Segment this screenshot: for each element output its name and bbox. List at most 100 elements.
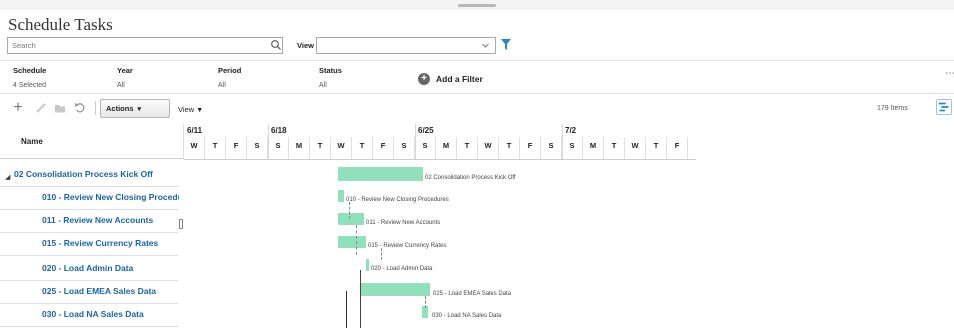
row-divider (0, 186, 178, 187)
day-label: S (247, 137, 268, 159)
chevron-down-icon[interactable] (481, 41, 490, 50)
day-label: S (394, 137, 415, 159)
task-name-link[interactable]: 020 - Load Admin Data (42, 263, 179, 273)
week-label: 6/11 (187, 126, 203, 135)
day-label: M (289, 137, 310, 159)
task-name-link[interactable]: 015 - Review Currency Rates (42, 238, 179, 248)
add-filter-label: Add a Filter (436, 74, 483, 84)
gantt-bar[interactable] (338, 213, 364, 225)
collapse-handle[interactable] (458, 4, 496, 7)
week-label: 6/25 (418, 126, 434, 135)
row-divider (0, 326, 178, 327)
toolbar-separator (95, 101, 96, 115)
row-divider (0, 280, 178, 281)
view-label: View (297, 41, 314, 50)
search-input[interactable] (7, 37, 283, 54)
view-menu-label: View (178, 105, 195, 114)
edit-icon[interactable] (34, 101, 48, 115)
day-label: S (268, 137, 289, 159)
day-label: F (373, 137, 394, 159)
plus-circle-icon: + (418, 73, 430, 85)
divider (0, 93, 954, 94)
gantt-bar-label: 025 - Load EMEA Sales Data (433, 291, 512, 297)
gantt-bar[interactable] (366, 259, 369, 271)
page-title: Schedule Tasks (8, 15, 113, 34)
expand-triangle-icon[interactable]: ◢ (5, 173, 10, 181)
view-select[interactable] (316, 37, 496, 54)
caret-down-icon: ▼ (196, 107, 204, 114)
day-label: T (646, 137, 667, 159)
filter-year-label[interactable]: Year (117, 66, 133, 75)
gantt-bar-label: 030 - Load NA Sales Data (432, 313, 502, 319)
gantt-bar-label: 015 - Review Currency Rates (368, 243, 447, 249)
day-label: M (436, 137, 457, 159)
day-label: F (667, 137, 688, 159)
filter-period-label[interactable]: Period (218, 66, 241, 75)
filter-icon[interactable] (501, 39, 511, 50)
row-divider (0, 303, 178, 304)
day-label: T (604, 137, 625, 159)
day-label: T (499, 137, 520, 159)
gantt-bar-label: 02 Consolidation Process Kick Off (425, 175, 516, 181)
task-name-link[interactable]: 025 - Load EMEA Sales Data (42, 286, 179, 296)
day-label: T (352, 137, 373, 159)
task-name-link[interactable]: 010 - Review New Closing Procedures (42, 192, 179, 202)
refresh-icon[interactable] (73, 101, 87, 115)
day-label: F (520, 137, 541, 159)
folder-icon[interactable] (53, 101, 67, 115)
gantt-bar-group[interactable] (338, 167, 423, 181)
day-label: T (310, 137, 331, 159)
actions-label: Actions (106, 104, 134, 113)
day-label: S (562, 137, 583, 159)
day-label: S (541, 137, 562, 159)
dependency-line (360, 270, 361, 328)
view-menu-button[interactable]: View ▼ (178, 105, 203, 114)
day-label: W (331, 137, 352, 159)
actions-menu-button[interactable]: Actions ▾ (100, 99, 170, 118)
gantt-bar-label: 010 - Review New Closing Procedures (346, 197, 449, 203)
day-label: T (457, 137, 478, 159)
task-name-link[interactable]: 02 Consolidation Process Kick Off (14, 169, 179, 179)
dependency-line (425, 296, 426, 308)
filter-year-value: All (117, 82, 125, 89)
gantt-bar[interactable] (338, 236, 366, 248)
search-icon[interactable] (270, 39, 282, 51)
row-divider (0, 232, 178, 233)
week-label: 6/18 (271, 126, 287, 135)
gantt-bar-label: 020 - Load Admin Data (371, 266, 433, 272)
gantt-bar-label: 011 - Review New Accounts (366, 220, 441, 226)
items-count: 179 Items (877, 105, 908, 112)
today-marker-line (346, 291, 347, 328)
dependency-line (349, 202, 350, 219)
filter-schedule-value: 4 Selected (13, 82, 47, 89)
filter-schedule-label[interactable]: Schedule (13, 66, 46, 75)
gantt-view-icon[interactable] (936, 99, 952, 115)
week-label: 7/2 (565, 126, 577, 135)
more-options-icon[interactable]: ⋯ (945, 68, 954, 79)
filter-status-value: All (319, 82, 327, 89)
name-column-header[interactable]: Name (0, 124, 184, 159)
row-divider (0, 255, 178, 256)
task-name-link[interactable]: 030 - Load NA Sales Data (42, 309, 179, 319)
day-label: W (184, 137, 205, 159)
task-name-link[interactable]: 011 - Review New Accounts (42, 215, 179, 225)
day-label: W (625, 137, 646, 159)
caret-down-icon: ▾ (137, 105, 142, 113)
gantt-bar[interactable] (360, 283, 430, 296)
name-header-label: Name (21, 137, 43, 146)
filter-period-value: All (218, 82, 226, 89)
add-filter-button[interactable]: + Add a Filter (418, 72, 483, 86)
row-divider (0, 209, 178, 210)
pane-splitter-handle[interactable] (179, 219, 183, 229)
day-label: M (583, 137, 604, 159)
day-label: F (226, 137, 247, 159)
day-label: W (478, 137, 499, 159)
dependency-line (356, 225, 357, 255)
filter-status-label[interactable]: Status (319, 66, 342, 75)
gantt-bar[interactable] (338, 190, 344, 202)
divider (0, 60, 954, 61)
add-icon[interactable]: + (11, 100, 25, 116)
dependency-line (381, 248, 382, 260)
divider (184, 159, 696, 160)
day-label: S (415, 137, 436, 159)
